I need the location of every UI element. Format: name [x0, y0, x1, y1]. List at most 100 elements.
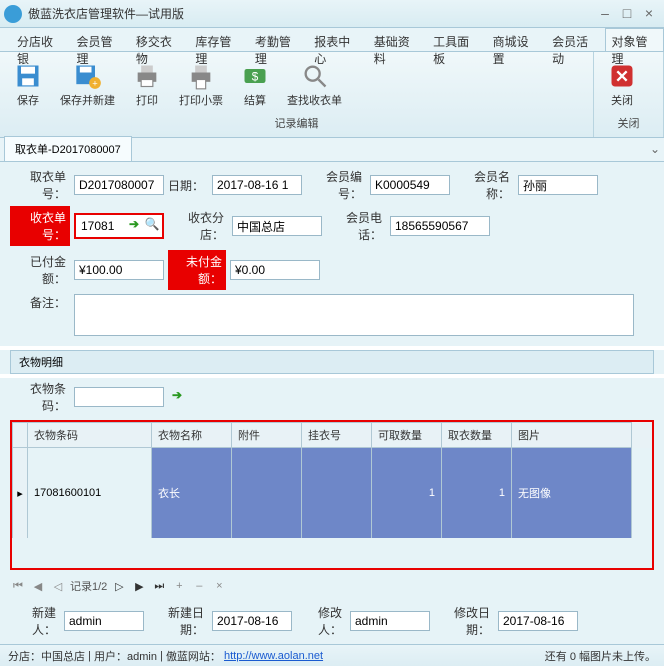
member-no-input[interactable] [370, 175, 450, 195]
find-receipt-button[interactable]: 查找收衣单 [281, 56, 348, 113]
cell-attach[interactable] [232, 448, 302, 538]
tab-activity[interactable]: 会员活动 [545, 28, 604, 51]
close-button[interactable]: 关闭 [600, 56, 644, 113]
branch-input[interactable] [232, 216, 322, 236]
printer-icon [133, 62, 161, 90]
mod-by-input[interactable] [350, 611, 430, 631]
document-tab[interactable]: 取衣单-D2017080007 [4, 136, 132, 161]
label-create-by: 新建人： [10, 604, 60, 638]
form-area: 取衣单号： 日期： 会员编号： 会员名称： 收衣单号： ➔ 🔍 收衣分店： 会员… [0, 162, 664, 346]
arrow-go-icon[interactable]: ➔ [125, 217, 143, 235]
gh-hang[interactable]: 挂衣号 [302, 422, 372, 448]
gh-name[interactable]: 衣物名称 [152, 422, 232, 448]
mod-date-input[interactable] [498, 611, 578, 631]
titlebar: 傲蓝洗衣店管理软件—试用版 – □ × [0, 0, 664, 28]
minimize-button[interactable]: – [594, 5, 616, 23]
barcode-input[interactable] [74, 387, 164, 407]
settle-button[interactable]: $ 结算 [233, 56, 277, 113]
gh-take[interactable]: 取衣数量 [442, 422, 512, 448]
print-button[interactable]: 打印 [125, 56, 169, 113]
receipt-no-input[interactable] [77, 216, 125, 236]
cell-avail[interactable]: 1 [372, 448, 442, 538]
svg-text:$: $ [252, 70, 259, 83]
pager-del-icon[interactable]: – [191, 580, 207, 592]
tab-mall[interactable]: 商城设置 [486, 28, 545, 51]
statusbar: 分店：中国总店 | 用户：admin | 傲蓝网站： http://www.ao… [0, 644, 664, 666]
document-tabbar: 取衣单-D2017080007 ⌄ [0, 138, 664, 162]
remark-textarea[interactable] [74, 294, 634, 336]
label-barcode: 衣物条码： [10, 380, 70, 414]
gh-image[interactable]: 图片 [512, 422, 632, 448]
tab-report[interactable]: 报表中心 [307, 28, 366, 51]
gh-selector [12, 422, 28, 448]
save-button[interactable]: 保存 [6, 56, 50, 113]
magnifier-icon [301, 62, 329, 90]
pager-first-icon[interactable]: ⏮ [10, 580, 26, 593]
floppy-icon [14, 62, 42, 90]
unpaid-input[interactable] [230, 260, 320, 280]
pager-add-icon[interactable]: + [171, 580, 187, 592]
tab-object-manage[interactable]: 对象管理 [605, 28, 664, 51]
pager-fwd-icon[interactable]: ▷ [111, 580, 127, 593]
date-input[interactable] [212, 175, 302, 195]
status-branch: 分店：中国总店 [8, 648, 85, 664]
pager-cancel-icon[interactable]: × [211, 580, 227, 592]
label-remark: 备注： [10, 294, 70, 311]
member-name-input[interactable] [518, 175, 598, 195]
printer-ticket-icon [187, 62, 215, 90]
tab-tools[interactable]: 工具面板 [426, 28, 485, 51]
svg-text:+: + [92, 78, 97, 88]
create-date-input[interactable] [212, 611, 292, 631]
phone-input[interactable] [390, 216, 490, 236]
gh-avail[interactable]: 可取数量 [372, 422, 442, 448]
pager-next-icon[interactable]: ▶ [131, 580, 147, 593]
pager-text: 记录1/2 [70, 578, 107, 594]
table-row[interactable]: ▸ 17081600101 衣长 1 1 无图像 [12, 448, 652, 538]
chevron-down-icon[interactable]: ⌄ [650, 142, 660, 156]
tab-register[interactable]: 分店收银 [10, 28, 69, 51]
label-receipt-no: 收衣单号： [10, 206, 70, 246]
label-mod-by: 修改人： [296, 604, 346, 638]
print-ticket-button[interactable]: 打印小票 [173, 56, 229, 113]
label-date: 日期： [168, 177, 208, 194]
create-by-input[interactable] [64, 611, 144, 631]
cell-name[interactable]: 衣长 [152, 448, 232, 538]
audit-row: 新建人： 新建日期： 修改人： 修改日期： [0, 598, 664, 644]
tab-inventory[interactable]: 库存管理 [188, 28, 247, 51]
pager-last-icon[interactable]: ⏭ [151, 580, 167, 593]
cell-hang[interactable] [302, 448, 372, 538]
ribbon-toolbar: 保存 + 保存并新建 打印 打印小票 $ 结算 查找收衣单 记 [0, 52, 664, 138]
label-paid: 已付金额： [10, 253, 70, 287]
status-site-link[interactable]: http://www.aolan.net [224, 650, 323, 662]
pager-back-icon[interactable]: ◁ [50, 580, 66, 593]
cell-take[interactable]: 1 [442, 448, 512, 538]
gh-attach[interactable]: 附件 [232, 422, 302, 448]
detail-grid: 衣物条码 衣物名称 附件 挂衣号 可取数量 取衣数量 图片 ▸ 17081600… [10, 420, 654, 570]
label-unpaid: 未付金额： [168, 250, 226, 290]
paid-input[interactable] [74, 260, 164, 280]
group-label-close: 关闭 [600, 113, 657, 133]
tab-basedata[interactable]: 基础资料 [367, 28, 426, 51]
cell-image[interactable]: 无图像 [512, 448, 632, 538]
barcode-go-icon[interactable]: ➔ [168, 388, 186, 406]
floppy-plus-icon: + [74, 62, 102, 90]
tab-attendance[interactable]: 考勤管理 [248, 28, 307, 51]
search-icon[interactable]: 🔍 [143, 217, 161, 235]
tab-transfer[interactable]: 移交衣物 [129, 28, 188, 51]
main-tabbar: 分店收银 会员管理 移交衣物 库存管理 考勤管理 报表中心 基础资料 工具面板 … [0, 28, 664, 52]
pick-no-input[interactable] [74, 175, 164, 195]
app-logo-icon [4, 5, 22, 23]
tab-member[interactable]: 会员管理 [69, 28, 128, 51]
label-create-date: 新建日期： [148, 604, 208, 638]
close-window-button[interactable]: × [638, 5, 660, 23]
pager-prev-icon[interactable]: ◀ [30, 580, 46, 593]
gh-barcode[interactable]: 衣物条码 [28, 422, 152, 448]
maximize-button[interactable]: □ [616, 5, 638, 23]
label-phone: 会员电话： [326, 209, 386, 243]
window-title: 傲蓝洗衣店管理软件—试用版 [28, 5, 594, 22]
save-new-button[interactable]: + 保存并新建 [54, 56, 121, 113]
label-member-name: 会员名称： [454, 168, 514, 202]
row-indicator-icon: ▸ [12, 448, 28, 538]
status-user: 用户：admin [94, 648, 157, 664]
cell-barcode[interactable]: 17081600101 [28, 448, 152, 538]
